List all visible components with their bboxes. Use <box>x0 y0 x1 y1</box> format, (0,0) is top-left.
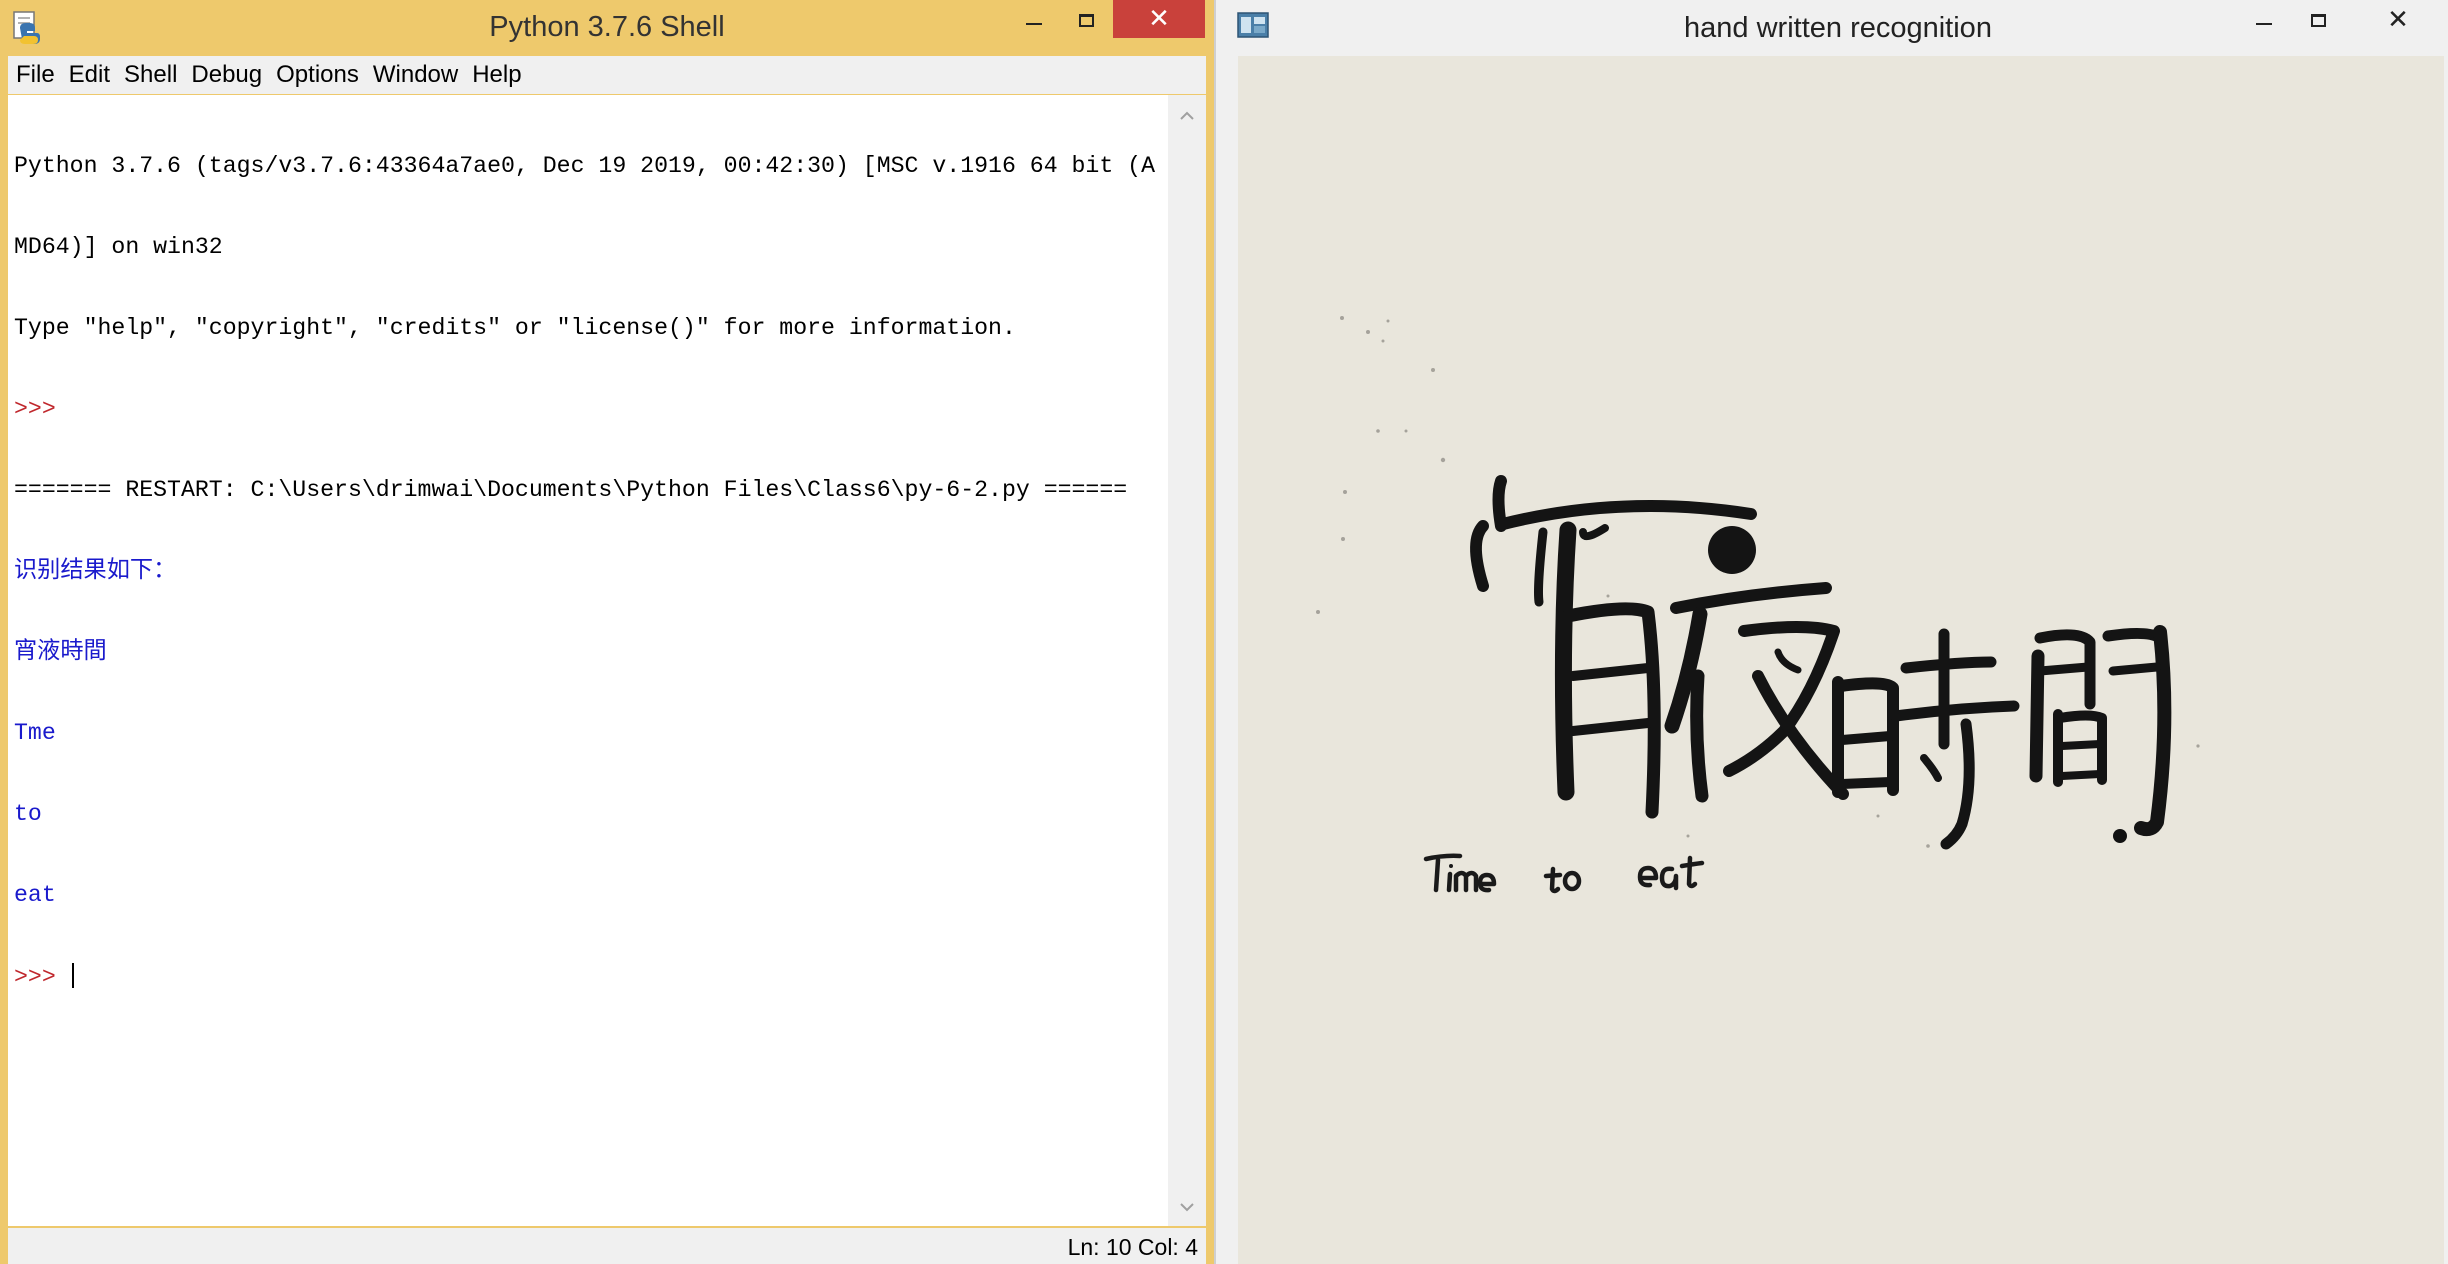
status-bar: Ln: 10 Col: 4 <box>8 1228 1206 1264</box>
menu-debug[interactable]: Debug <box>184 56 269 94</box>
close-icon: ✕ <box>1148 4 1170 34</box>
vertical-scrollbar[interactable] <box>1168 95 1206 1226</box>
menubar: File Edit Shell Debug Options Window Hel… <box>8 56 1206 94</box>
maximize-button[interactable] <box>1062 0 1110 40</box>
menu-shell[interactable]: Shell <box>117 56 184 94</box>
text-cursor <box>71 963 74 988</box>
paper-specks <box>1316 316 2200 848</box>
close-icon: ✕ <box>2387 5 2409 35</box>
close-button[interactable]: ✕ <box>2368 0 2428 40</box>
recognition-window: hand written recognition ✕ <box>1228 0 2448 1264</box>
maximize-icon <box>2310 13 2326 27</box>
maximize-icon <box>1078 13 1094 27</box>
window-gap <box>1214 0 1228 1264</box>
close-button[interactable]: ✕ <box>1113 0 1205 38</box>
handwriting-image <box>1238 56 2444 1264</box>
shell-prompt: >>> <box>14 396 70 422</box>
scroll-up-arrow-icon <box>1180 111 1194 120</box>
shell-line: ======= RESTART: C:\Users\drimwai\Docume… <box>14 477 1128 503</box>
python-shell-window: Python 3.7.6 Shell ✕ File Edit Shell Deb… <box>0 0 1214 1264</box>
scroll-down-button[interactable] <box>1168 1192 1206 1222</box>
menu-edit[interactable]: Edit <box>62 56 117 94</box>
minimize-button[interactable] <box>2244 0 2284 40</box>
menu-options[interactable]: Options <box>269 56 366 94</box>
output-line: 识别结果如下： <box>14 558 177 584</box>
minimize-button[interactable] <box>1010 0 1058 40</box>
shell-prompt: >>> <box>14 964 70 990</box>
output-line: 宵液時間 <box>14 639 107 665</box>
output-line: eat <box>14 882 56 908</box>
ink-dot <box>2113 829 2127 843</box>
input-line[interactable]: >>> <box>14 963 1166 990</box>
recognition-titlebar[interactable]: hand written recognition ✕ <box>1228 0 2448 56</box>
scroll-down-arrow-icon <box>1180 1203 1194 1212</box>
minimize-icon <box>1026 23 1042 25</box>
cursor-position: Ln: 10 Col: 4 <box>1067 1234 1198 1260</box>
shell-output: Python 3.7.6 (tags/v3.7.6:43364a7ae0, De… <box>14 99 1166 1044</box>
shell-text-area[interactable]: Python 3.7.6 (tags/v3.7.6:43364a7ae0, De… <box>8 95 1168 1226</box>
output-line: to <box>14 801 42 827</box>
shell-line: MD64)] on win32 <box>14 234 223 260</box>
chinese-handwriting <box>1470 475 2172 850</box>
scroll-up-button[interactable] <box>1168 101 1206 131</box>
shell-line: Type "help", "copyright", "credits" or "… <box>14 315 1016 341</box>
menu-window[interactable]: Window <box>366 56 465 94</box>
english-handwriting <box>1423 853 1705 894</box>
maximize-button[interactable] <box>2298 0 2338 40</box>
handwriting-drawing <box>1316 316 2200 894</box>
menu-file[interactable]: File <box>8 56 62 94</box>
shell-titlebar[interactable]: Python 3.7.6 Shell ✕ <box>0 0 1214 54</box>
output-line: Tme <box>14 720 56 746</box>
menu-help[interactable]: Help <box>465 56 528 94</box>
shell-line: Python 3.7.6 (tags/v3.7.6:43364a7ae0, De… <box>14 153 1156 179</box>
minimize-icon <box>2256 23 2272 25</box>
